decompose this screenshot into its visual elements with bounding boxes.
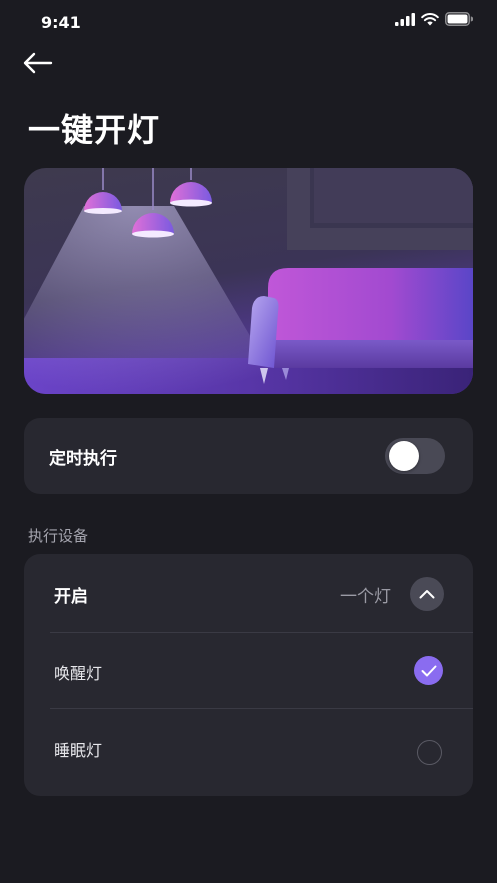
living-room-illustration xyxy=(24,168,473,394)
device-name: 唤醒灯 xyxy=(54,664,103,683)
wifi-icon xyxy=(421,13,439,26)
timer-toggle[interactable] xyxy=(385,438,445,474)
status-icons xyxy=(395,12,473,26)
section-label: 执行设备 xyxy=(28,527,89,545)
device-checkbox-unchecked[interactable] xyxy=(417,740,442,765)
page-title: 一键开灯 xyxy=(28,111,161,149)
timer-label: 定时执行 xyxy=(49,449,117,469)
back-arrow-icon xyxy=(23,52,53,74)
device-card: 开启 一个灯 唤醒灯 睡眠灯 xyxy=(24,554,473,796)
back-button[interactable] xyxy=(20,46,56,82)
device-row-wake-light[interactable]: 唤醒灯 xyxy=(24,632,473,708)
toggle-knob xyxy=(389,441,419,471)
device-checkbox-checked[interactable] xyxy=(414,656,443,685)
status-bar: 9:41 xyxy=(0,0,497,44)
battery-icon xyxy=(445,12,473,26)
collapse-button[interactable] xyxy=(410,577,444,611)
device-name: 睡眠灯 xyxy=(54,741,103,760)
timer-card: 定时执行 xyxy=(24,418,473,494)
checkmark-icon xyxy=(421,665,436,676)
chevron-up-icon xyxy=(419,590,435,599)
device-group-header[interactable]: 开启 一个灯 xyxy=(24,554,473,632)
status-time: 9:41 xyxy=(41,13,81,32)
device-row-sleep-light[interactable]: 睡眠灯 xyxy=(24,709,473,785)
hero-illustration xyxy=(24,168,473,394)
cellular-signal-icon xyxy=(395,12,415,26)
device-action-label: 开启 xyxy=(54,587,88,607)
device-count-label: 一个灯 xyxy=(340,587,391,607)
